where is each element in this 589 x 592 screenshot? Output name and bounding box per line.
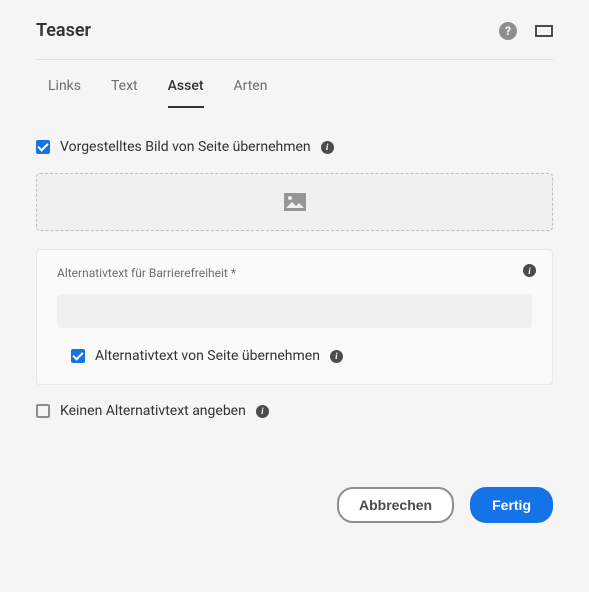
tab-asset[interactable]: Asset [168,78,204,108]
help-icon[interactable]: ? [499,22,517,40]
inherit-image-row: Vorgestelltes Bild von Seite übernehmen … [36,139,553,155]
inherit-alt-row: Alternativtext von Seite übernehmen i [57,348,532,364]
dialog-footer: Abbrechen Fertig [36,447,553,533]
alt-text-input[interactable] [57,294,532,328]
inherit-image-checkbox[interactable] [36,140,50,154]
cancel-button[interactable]: Abbrechen [337,487,454,523]
tab-text[interactable]: Text [111,78,138,108]
inherit-alt-checkbox[interactable] [71,349,85,363]
no-alt-row: Keinen Alternativtext angeben i [36,403,553,419]
tab-arten[interactable]: Arten [234,78,268,108]
done-button[interactable]: Fertig [470,487,553,523]
no-alt-checkbox[interactable] [36,404,50,418]
inherit-image-label: Vorgestelltes Bild von Seite übernehmen [60,139,311,155]
tab-links[interactable]: Links [48,78,81,108]
inherit-alt-label: Alternativtext von Seite übernehmen [95,348,320,364]
fullscreen-icon[interactable] [535,22,553,40]
image-dropzone[interactable] [36,173,553,231]
no-alt-label: Keinen Alternativtext angeben [60,403,246,419]
image-icon [284,193,306,211]
info-icon[interactable]: i [256,405,269,418]
info-icon[interactable]: i [321,141,334,154]
dialog-title: Teaser [36,20,91,41]
tabs: Links Text Asset Arten [36,60,553,109]
alt-text-panel: i Alternativtext für Barrierefreiheit * … [36,249,553,385]
dialog-header: Teaser ? [36,20,553,60]
tab-content: Vorgestelltes Bild von Seite übernehmen … [36,109,553,447]
info-icon[interactable]: i [330,350,343,363]
info-icon[interactable]: i [523,264,536,277]
alt-text-label: Alternativtext für Barrierefreiheit * [57,266,532,280]
